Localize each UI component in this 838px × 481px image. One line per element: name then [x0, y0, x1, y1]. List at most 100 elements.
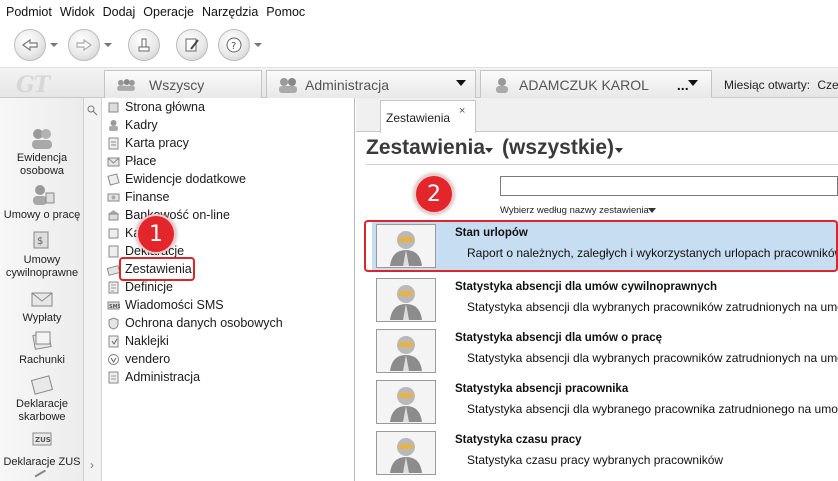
tree-item-administracja[interactable]: Administracja: [106, 368, 200, 386]
search-hint-dropdown-icon[interactable]: [648, 208, 656, 213]
section-dropdown-icon[interactable]: [485, 148, 493, 153]
tree-item-label: Płace: [125, 154, 157, 168]
sidebar-item-umowy-cywilnoprawne[interactable]: $ Umowy cywilnoprawne: [0, 228, 84, 280]
report-description: Statystyka absencji dla wybranych pracow…: [467, 300, 838, 314]
app-logo: GT: [16, 72, 50, 98]
search-hint-label: Wybierz według nazwy zestawienia: [500, 205, 649, 216]
help-dropdown-icon[interactable]: [254, 43, 262, 47]
sidebar-label: Umowy cywilnoprawne: [5, 254, 79, 279]
report-row-absencje-pracownika[interactable]: Statystyka absencji pracownika Statystyk…: [372, 377, 838, 427]
bills-icon: [32, 331, 52, 350]
tab-employee[interactable]: ADAMCZUK KAROL ...: [480, 70, 712, 98]
report-person-icon: [376, 380, 436, 424]
tree-item-wiadomosci-sms[interactable]: SMS Wiadomości SMS: [106, 296, 224, 314]
tree-item-label: Strona główna: [125, 100, 205, 114]
administration-dropdown-icon[interactable]: [456, 80, 466, 86]
tab-administration-label: Administracja: [305, 76, 390, 93]
shield-icon: [106, 316, 120, 330]
tab-all-label: Wszyscy: [149, 76, 205, 93]
tab-employee-more[interactable]: ...: [677, 77, 689, 93]
vendero-icon: [106, 352, 120, 366]
stamp-icon[interactable]: [128, 29, 160, 61]
help-icon[interactable]: ?: [218, 29, 250, 61]
forward-dropdown-icon[interactable]: [104, 43, 112, 47]
tree-item-kadry[interactable]: Kadry: [106, 116, 158, 134]
tree-item-ewidencje-dodatkowe[interactable]: Ewidencje dodatkowe: [106, 170, 246, 188]
menu-podmiot[interactable]: Podmiot: [4, 5, 58, 19]
tree-gutter: [84, 98, 102, 481]
tree-item-label: Administracja: [125, 370, 201, 384]
tab-close-icon[interactable]: ×: [459, 105, 465, 117]
menu-dodaj[interactable]: Dodaj: [101, 5, 142, 19]
menu-widok[interactable]: Widok: [58, 5, 101, 19]
report-person-icon: [376, 431, 436, 475]
sidebar-item-deklaracje-skarbowe[interactable]: Deklaracje skarbowe: [0, 372, 84, 424]
admin-icon: [106, 370, 120, 384]
zus-icon: ZUS: [32, 432, 52, 446]
sidebar-label: Ewidencja osobowa: [16, 152, 68, 177]
tree-item-finanse[interactable]: Finanse: [106, 188, 169, 206]
people-icon: [32, 129, 52, 149]
report-row-czas-pracy[interactable]: Statystyka czasu pracy Statystyka czasu …: [372, 428, 838, 478]
tree-item-naklejki[interactable]: Naklejki: [106, 332, 169, 350]
sidebar-item-deklaracje-zus[interactable]: ZUS Deklaracje ZUS: [0, 430, 84, 469]
money-contract-icon: $: [33, 231, 49, 249]
edit-icon[interactable]: [176, 29, 208, 61]
report-row-absencje-cywilnoprawne[interactable]: Statystyka absencji dla umów cywilnopraw…: [372, 275, 838, 325]
tree-item-label: Wiadomości SMS: [125, 298, 224, 312]
highlight-zestawienia: [119, 257, 195, 281]
tab-administration[interactable]: Administracja: [266, 70, 476, 98]
report-person-icon: [376, 278, 436, 322]
tree-item-label: Karta pracy: [125, 136, 189, 150]
menu-narzedzia[interactable]: Narzędzia: [200, 5, 264, 19]
report-person-icon: [376, 329, 436, 373]
sidebar-item-umowy-o-prace[interactable]: Umowy o pracę: [0, 183, 84, 222]
search-hint[interactable]: Wybierz według nazwy zestawienia: [500, 205, 649, 216]
back-icon[interactable]: [14, 29, 46, 61]
tab-employee-label: ADAMCZUK KAROL: [519, 76, 649, 93]
tree-item-label: vendero: [125, 352, 171, 366]
tree-item-place[interactable]: Płace: [106, 152, 156, 170]
report-title: Statystyka absencji dla umów o pracę: [455, 332, 663, 344]
tree-expand-chevron-icon[interactable]: ›: [90, 458, 94, 472]
sms-icon: SMS: [106, 298, 120, 312]
person-icon: [491, 76, 513, 94]
person-icon: [106, 118, 120, 132]
report-row-absencje-umowy-o-prace[interactable]: Statystyka absencji dla umów o pracę Sta…: [372, 326, 838, 376]
tree-item-label: Kadry: [125, 118, 158, 132]
bank-icon: [106, 208, 120, 222]
sidebar-item-wyplaty[interactable]: Wypłaty: [0, 286, 84, 325]
forward-icon[interactable]: [68, 29, 100, 61]
tree-item-vendero[interactable]: vendero: [106, 350, 170, 368]
employee-dropdown-icon[interactable]: [688, 80, 698, 86]
sidebar-item-ewidencja-osobowa[interactable]: Ewidencja osobowa: [0, 126, 84, 178]
people-group-icon: [115, 76, 137, 94]
filter-dropdown-icon[interactable]: [615, 148, 623, 153]
report-description: Statystyka czasu pracy wybranych pracown…: [467, 453, 724, 467]
section-selector[interactable]: Zestawienia: [366, 136, 485, 160]
svg-text:ZUS: ZUS: [35, 436, 51, 444]
report-description: Statystyka absencji dla wybranych pracow…: [467, 351, 838, 365]
open-month-label: Miesiąc otwarty:: [724, 78, 811, 92]
svg-text:$: $: [37, 236, 43, 247]
menu-operacje[interactable]: Operacje: [141, 5, 200, 19]
report-title: Statystyka absencji dla umów cywilnopraw…: [455, 281, 718, 293]
step-1-badge: 1: [136, 214, 176, 254]
tree-item-karta-pracy[interactable]: Karta pracy: [106, 134, 189, 152]
sidebar-item-rachunki[interactable]: Rachunki: [0, 328, 84, 367]
report-description: Statystyka absencji dla wybranego pracow…: [467, 402, 838, 416]
tree-item-label: Ochrona danych osobowych: [125, 316, 283, 330]
report-search-input[interactable]: [500, 176, 838, 196]
tree-item-ochrona-danych[interactable]: Ochrona danych osobowych: [106, 314, 283, 332]
tab-all-employees[interactable]: Wszyscy: [104, 70, 262, 98]
back-dropdown-icon[interactable]: [50, 43, 58, 47]
pin-icon[interactable]: [86, 104, 98, 119]
definitions-icon: [106, 280, 120, 294]
tree-item-strona-glowna[interactable]: Strona główna: [106, 98, 205, 116]
open-month-value[interactable]: Czerw: [817, 78, 838, 92]
menu-pomoc[interactable]: Pomoc: [264, 5, 311, 19]
filter-selector[interactable]: (wszystkie): [502, 136, 614, 160]
payroll-icon: [106, 154, 120, 168]
sidebar-label: Umowy o pracę: [3, 209, 81, 221]
sidebar-label: Wypłaty: [22, 312, 62, 324]
